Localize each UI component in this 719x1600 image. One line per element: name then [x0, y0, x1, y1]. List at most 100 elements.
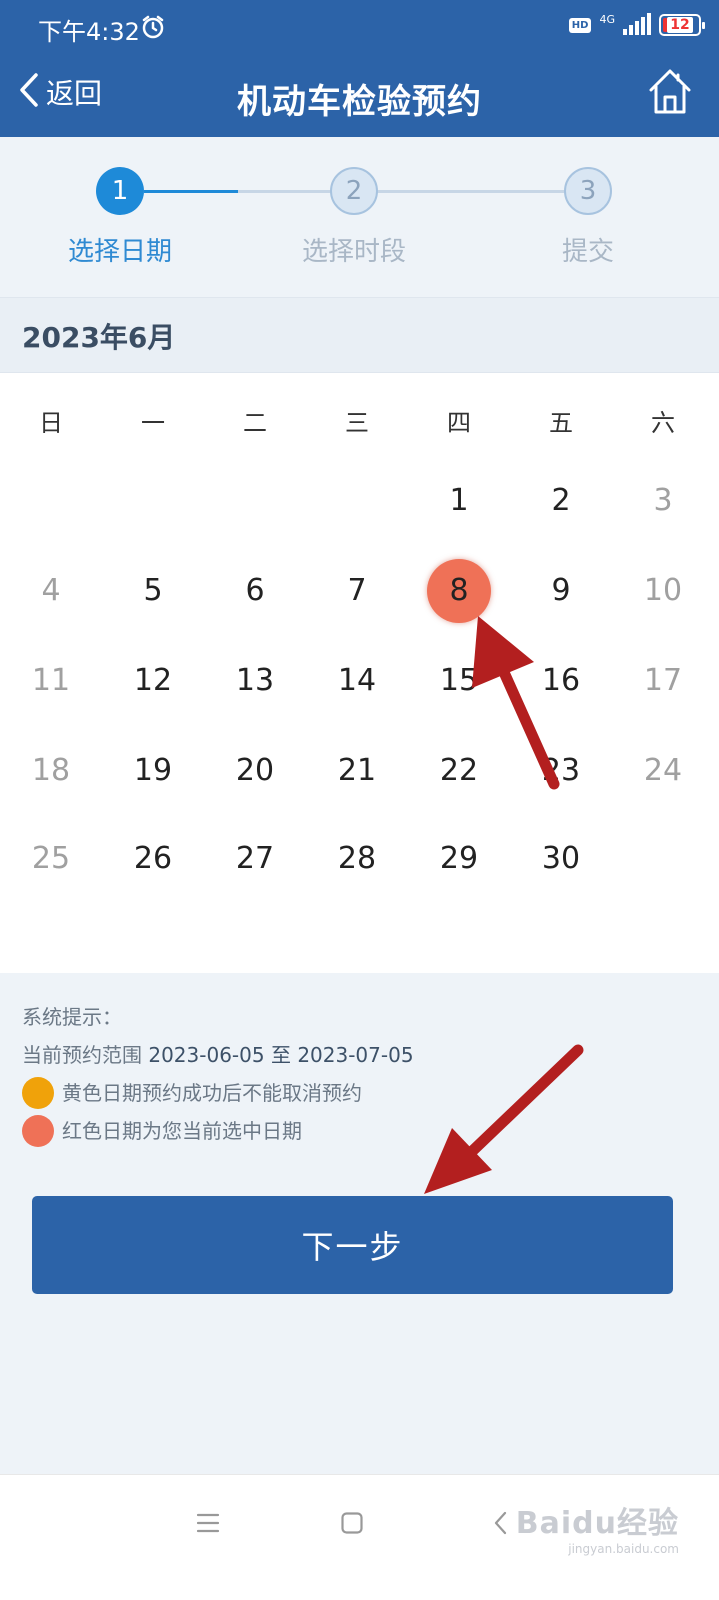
calendar-day[interactable]: 26 [102, 829, 204, 889]
weekday-header: 六 [651, 409, 675, 437]
day-number: 11 [31, 663, 71, 698]
calendar-day[interactable]: 5 [102, 561, 204, 621]
system-hints: 系统提示： 当前预约范围 2023-06-05 至 2023-07-05 黄色日… [22, 998, 702, 1150]
calendar-day[interactable]: 18 [0, 741, 102, 801]
battery-icon: 12 [659, 14, 705, 36]
calendar-day[interactable]: 28 [306, 829, 408, 889]
calendar-day-selected[interactable]: 8 [408, 559, 510, 623]
calendar-day[interactable]: 3 [612, 471, 714, 531]
signal-strength-icon [623, 13, 651, 35]
calendar-day[interactable]: 14 [306, 651, 408, 711]
day-number: 10 [643, 573, 683, 608]
calendar-day[interactable]: 9 [510, 561, 612, 621]
day-number: 29 [439, 841, 479, 876]
day-number: 22 [439, 753, 479, 788]
calendar-day[interactable]: 16 [510, 651, 612, 711]
day-number: 5 [143, 573, 163, 608]
legend-red: 红色日期为您当前选中日期 [22, 1112, 702, 1150]
calendar-day[interactable]: 4 [0, 561, 102, 621]
calendar-day[interactable]: 24 [612, 741, 714, 801]
baidu-watermark: Baidu经验 jingyan.baidu.com [516, 1498, 679, 1556]
status-bar: 下午4:32 HD 4G 12 [0, 0, 719, 56]
network-type: 4G [599, 12, 615, 26]
square-icon [340, 1511, 364, 1539]
legend-red-text: 红色日期为您当前选中日期 [62, 1119, 302, 1143]
step-2-circle: 2 [330, 167, 378, 215]
nav-bar: 返回 机动车检验预约 [0, 60, 719, 130]
calendar-day[interactable]: 7 [306, 561, 408, 621]
weekday-header: 一 [141, 409, 165, 437]
day-number: 16 [541, 663, 581, 698]
calendar-day[interactable]: 22 [408, 741, 510, 801]
calendar-day[interactable]: 11 [0, 651, 102, 711]
day-number: 1 [449, 483, 469, 518]
day-number: 17 [643, 663, 683, 698]
weekday-header: 五 [549, 409, 573, 437]
day-number: 3 [653, 483, 673, 518]
day-number: 9 [551, 573, 571, 608]
day-number: 26 [133, 841, 173, 876]
legend-yellow: 黄色日期预约成功后不能取消预约 [22, 1074, 702, 1112]
calendar-day[interactable]: 19 [102, 741, 204, 801]
step-3-circle: 3 [564, 167, 612, 215]
page-title: 机动车检验预约 [237, 82, 482, 122]
day-number: 15 [439, 663, 479, 698]
step-progress-line [144, 190, 238, 193]
range-end: 2023-07-05 [297, 1043, 414, 1067]
range-separator: 至 [270, 1043, 291, 1067]
calendar-day[interactable]: 1 [408, 471, 510, 531]
home-button[interactable] [647, 66, 693, 120]
chevron-left-icon [492, 1510, 508, 1540]
home-icon [647, 69, 693, 120]
calendar-day[interactable]: 12 [102, 651, 204, 711]
calendar-day[interactable]: 13 [204, 651, 306, 711]
day-number: 14 [337, 663, 377, 698]
home-nav-button[interactable] [332, 1505, 372, 1545]
day-number: 13 [235, 663, 275, 698]
hd-badge: HD [568, 17, 592, 33]
status-time: 下午4:32 [38, 18, 140, 46]
status-indicators: HD 4G 12 [568, 12, 705, 36]
next-step-button[interactable]: 下一步 [32, 1196, 673, 1294]
calendar-day[interactable]: 2 [510, 471, 612, 531]
step-1-circle: 1 [96, 167, 144, 215]
day-number: 25 [31, 841, 71, 876]
day-number: 6 [245, 573, 265, 608]
day-number: 4 [41, 573, 61, 608]
calendar-day[interactable]: 15 [408, 651, 510, 711]
day-number: 7 [347, 573, 367, 608]
calendar-day[interactable]: 20 [204, 741, 306, 801]
calendar-day[interactable]: 25 [0, 829, 102, 889]
booking-range: 当前预约范围 2023-06-05 至 2023-07-05 [22, 1036, 702, 1074]
calendar-day[interactable]: 10 [612, 561, 714, 621]
app-header: 下午4:32 HD 4G 12 返回 机动车检验预约 [0, 0, 719, 137]
weekday-header: 二 [243, 409, 267, 437]
day-number: 23 [541, 753, 581, 788]
menu-button[interactable] [188, 1505, 228, 1545]
step-1-number: 1 [111, 176, 129, 206]
watermark-url: jingyan.baidu.com [568, 1542, 679, 1556]
back-nav-button[interactable] [480, 1505, 520, 1545]
weekday-header: 四 [447, 409, 471, 437]
day-number: 19 [133, 753, 173, 788]
weekday-header: 日 [39, 409, 63, 437]
step-3-number: 3 [579, 176, 597, 206]
day-number: 12 [133, 663, 173, 698]
calendar-day[interactable]: 30 [510, 829, 612, 889]
calendar-day[interactable]: 23 [510, 741, 612, 801]
calendar-day[interactable]: 29 [408, 829, 510, 889]
calendar-day[interactable]: 27 [204, 829, 306, 889]
menu-icon [196, 1512, 220, 1538]
day-number: 18 [31, 753, 71, 788]
calendar-day[interactable]: 17 [612, 651, 714, 711]
calendar-day[interactable]: 21 [306, 741, 408, 801]
range-start: 2023-06-05 [148, 1043, 265, 1067]
red-dot-icon [22, 1115, 54, 1147]
step-2-number: 2 [345, 176, 363, 206]
day-number: 27 [235, 841, 275, 876]
calendar-day[interactable]: 6 [204, 561, 306, 621]
range-prefix: 当前预约范围 [22, 1043, 142, 1067]
day-number: 8 [449, 573, 469, 608]
day-number: 20 [235, 753, 275, 788]
hints-title: 系统提示： [22, 1005, 122, 1029]
